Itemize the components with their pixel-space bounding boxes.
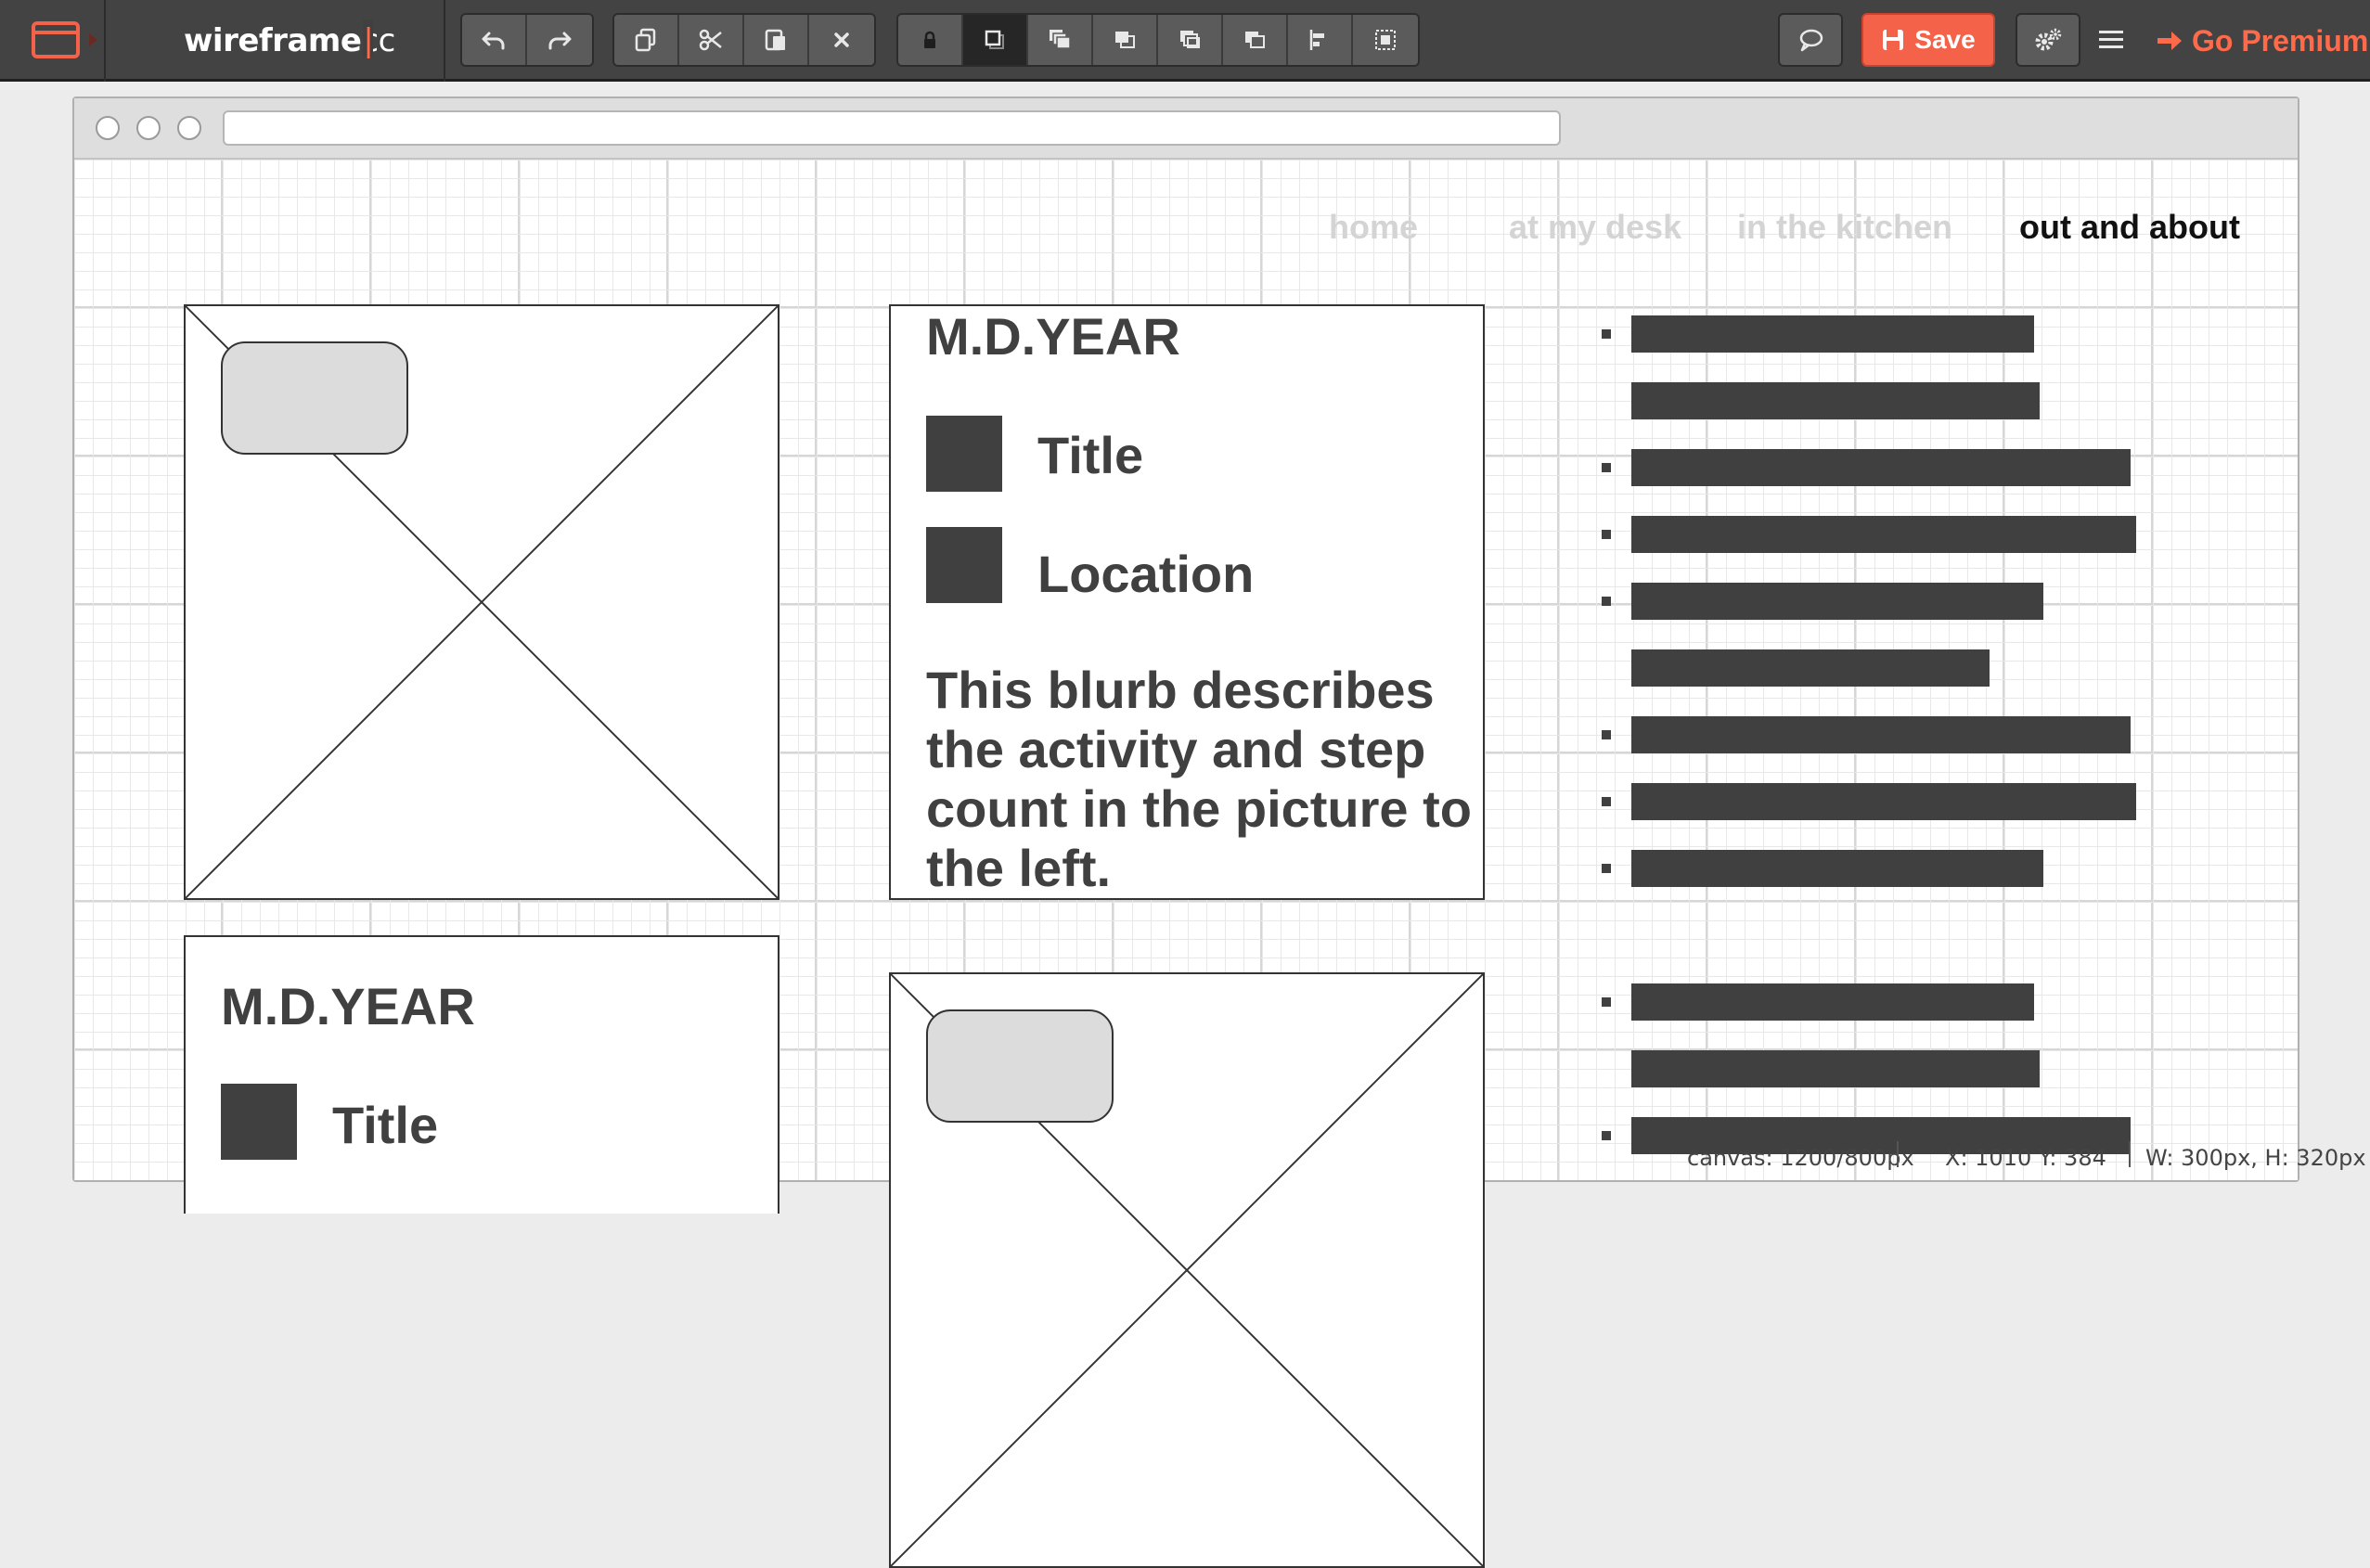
- align-button[interactable]: [1288, 15, 1353, 65]
- canvas-size-readout: canvas: 1200/800px: [1687, 1145, 1914, 1171]
- text-placeholder-bar[interactable]: [1631, 983, 2034, 1021]
- title-icon-square: [221, 1084, 297, 1160]
- speech-bubble-placeholder[interactable]: [221, 341, 408, 455]
- send-to-back-button[interactable]: [1223, 15, 1288, 65]
- status-divider: [2129, 1141, 2131, 1167]
- text-placeholder-bar[interactable]: [1631, 449, 2131, 486]
- post-title: Title: [332, 1096, 439, 1154]
- window-close-dot: [96, 116, 120, 140]
- arrange-group: [896, 13, 1420, 67]
- cursor-position-readout: X: 1010 Y: 384: [1945, 1145, 2106, 1171]
- undo-button[interactable]: [462, 15, 527, 65]
- window-maximize-dot: [177, 116, 201, 140]
- save-button[interactable]: Save: [1861, 13, 1995, 67]
- settings-button[interactable]: [2016, 13, 2080, 67]
- paste-icon: [765, 29, 785, 51]
- list-bullet: [1602, 597, 1611, 606]
- cut-button[interactable]: [679, 15, 744, 65]
- duplicate-button[interactable]: [614, 15, 679, 65]
- post-blurb: This blurb describes the activity and st…: [926, 661, 1472, 897]
- bring-to-front-button[interactable]: [963, 15, 1028, 65]
- layer-send-backward-icon: [1180, 31, 1200, 48]
- lock-button[interactable]: [898, 15, 963, 65]
- text-placeholder-bar[interactable]: [1631, 716, 2131, 753]
- clipboard-group: [612, 13, 876, 67]
- nav-at-my-desk[interactable]: at my desk: [1509, 208, 1681, 247]
- post-title: Title: [1037, 426, 1144, 484]
- image-placeholder[interactable]: [889, 972, 1485, 1568]
- comment-button[interactable]: [1778, 13, 1843, 67]
- text-placeholder-bar[interactable]: [1631, 382, 2040, 419]
- post-date: M.D.YEAR: [221, 977, 475, 1035]
- text-placeholder-bar[interactable]: [1631, 1050, 2040, 1087]
- brand-logo: wireframe | cc: [184, 19, 395, 62]
- delete-button[interactable]: [809, 15, 874, 65]
- paste-button[interactable]: [744, 15, 809, 65]
- layer-bring-forward-icon: [1115, 32, 1135, 48]
- text-placeholder-bar[interactable]: [1631, 850, 2043, 887]
- delete-icon: [834, 32, 849, 47]
- post-location: Location: [1037, 545, 1255, 603]
- align-icon: [1309, 30, 1324, 50]
- list-bullet: [1602, 864, 1611, 873]
- brand-separator: |: [363, 19, 374, 59]
- list-bullet: [1602, 463, 1611, 472]
- app-menu-icon[interactable]: [32, 21, 80, 58]
- go-premium-link[interactable]: Go Premium: [2155, 19, 2368, 63]
- list-bullet: [1602, 329, 1611, 339]
- text-placeholder-bar[interactable]: [1631, 783, 2136, 820]
- cut-icon: [699, 29, 722, 51]
- group-button[interactable]: [1353, 15, 1418, 65]
- arrow-right-icon: [2157, 32, 2182, 50]
- redo-icon: [548, 32, 572, 50]
- app-menu-caret-icon[interactable]: [89, 33, 97, 46]
- image-placeholder[interactable]: [184, 304, 779, 900]
- duplicate-icon: [635, 28, 656, 52]
- go-premium-label: Go Premium: [2192, 23, 2369, 58]
- text-placeholder-bar[interactable]: [1631, 583, 2043, 620]
- list-bullet: [1602, 530, 1611, 539]
- send-backward-button[interactable]: [1158, 15, 1223, 65]
- hamburger-menu-icon[interactable]: [2097, 28, 2125, 52]
- brand-name: wireframe: [184, 22, 362, 59]
- text-placeholder-bar[interactable]: [1631, 516, 2136, 553]
- bring-forward-button[interactable]: [1093, 15, 1158, 65]
- layer-send-back-icon: [1245, 32, 1265, 48]
- nav-in-the-kitchen[interactable]: in the kitchen: [1737, 208, 1952, 247]
- window-minimize-dot: [136, 116, 161, 140]
- list-bullet: [1602, 797, 1611, 806]
- toolbar-divider: [104, 0, 106, 82]
- settings-gears-icon: [2035, 28, 2062, 51]
- text-placeholder-bar[interactable]: [1631, 649, 1990, 687]
- floppy-disk-icon: [1883, 30, 1904, 50]
- lock-icon: [924, 31, 935, 48]
- post-card[interactable]: M.D.YEAR Title: [184, 935, 779, 1214]
- browser-title-bar: [74, 98, 2298, 160]
- nav-out-and-about[interactable]: out and about: [2019, 208, 2240, 247]
- speech-bubble-placeholder[interactable]: [926, 1009, 1114, 1123]
- selection-size-readout: W: 300px, H: 320px: [2145, 1145, 2366, 1171]
- text-placeholder-bar[interactable]: [1631, 315, 2034, 353]
- history-group: [460, 13, 594, 67]
- redo-button[interactable]: [527, 15, 592, 65]
- address-bar[interactable]: [223, 110, 1561, 146]
- layer-stack-icon: [1050, 30, 1071, 49]
- list-bullet: [1602, 1131, 1611, 1140]
- post-card[interactable]: M.D.YEAR Title Location This blurb descr…: [889, 304, 1485, 900]
- status-divider: [1897, 1141, 1899, 1167]
- layer-bring-front-icon: [985, 30, 1004, 49]
- undo-icon: [482, 32, 505, 50]
- list-bullet: [1602, 997, 1611, 1007]
- toolbar-divider: [444, 0, 445, 82]
- list-bullet: [1602, 730, 1611, 739]
- title-icon-square: [926, 416, 1002, 492]
- nav-home[interactable]: home: [1329, 208, 1418, 247]
- post-date: M.D.YEAR: [926, 307, 1180, 366]
- layer-stack-button[interactable]: [1028, 15, 1093, 65]
- comment-icon: [1799, 29, 1823, 52]
- top-toolbar: wireframe | cc Save Go Premium: [0, 0, 2370, 82]
- save-label: Save: [1914, 25, 1976, 54]
- group-select-icon: [1375, 30, 1396, 50]
- location-icon-square: [926, 527, 1002, 603]
